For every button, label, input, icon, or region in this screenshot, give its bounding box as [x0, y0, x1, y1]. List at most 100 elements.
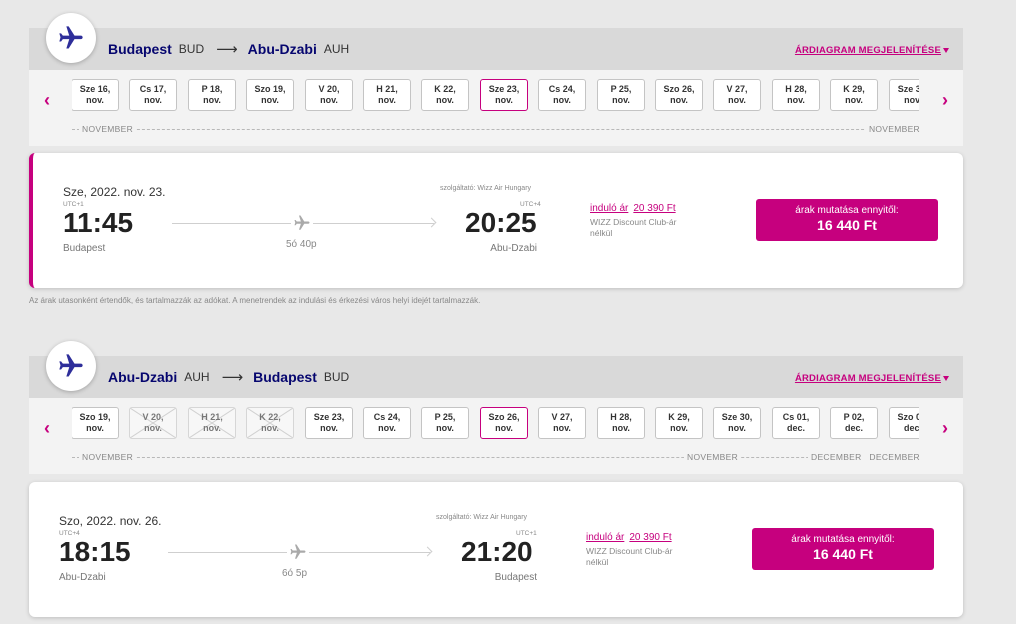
next-dates-chevron-icon[interactable]: › — [942, 418, 948, 439]
show-prices-button[interactable]: árak mutatása ennyitől: 16 440 Ft — [756, 199, 938, 241]
date-chip[interactable]: Cs 24, nov. — [538, 79, 586, 111]
date-chip[interactable]: Szo 26, nov. — [480, 407, 528, 439]
date-chip[interactable]: H 28, nov. — [772, 79, 820, 111]
route-title: Abu-Dzabi AUH ⟶ Budapest BUD — [108, 368, 349, 386]
date-chip-month: nov. — [203, 423, 221, 433]
date-chip-month: nov. — [845, 95, 863, 105]
fare-chart-link[interactable]: ÁRDIAGRAM MEGJELENÍTÉSE — [795, 45, 949, 56]
date-chip[interactable]: Sze 23, nov. — [305, 407, 353, 439]
date-chip-month: nov. — [553, 423, 571, 433]
date-chip[interactable]: Szo 19, nov. — [72, 407, 119, 439]
date-chip[interactable]: V 27, nov. — [713, 79, 761, 111]
lowest-price-amount: 20 390 Ft — [633, 203, 676, 214]
flight-duration: 6ó 5p — [282, 568, 308, 579]
date-chip-month: nov. — [495, 95, 513, 105]
destination-city: Abu-Dzabi — [247, 41, 317, 57]
month-label: NOVEMBER — [684, 452, 742, 462]
outbound-flight-card[interactable]: Sze, 2022. nov. 23. szolgáltató: Wizz Ai… — [29, 153, 963, 288]
date-chip[interactable]: V 27, nov. — [538, 407, 586, 439]
show-prices-amount: 16 440 Ft — [813, 546, 873, 562]
return-route-header: Abu-Dzabi AUH ⟶ Budapest BUD ÁRDIAGRAM M… — [29, 341, 963, 398]
date-chip[interactable]: K 22, nov. — [421, 79, 469, 111]
date-chip-day: P 25, — [610, 84, 632, 94]
destination-code: AUH — [323, 42, 350, 56]
date-chip: H 21, nov. — [188, 407, 236, 439]
date-chip[interactable]: Sze 30,nov. — [713, 407, 761, 439]
lowest-price-label: induló ár — [590, 203, 629, 214]
date-chip-month: nov. — [670, 95, 688, 105]
date-chip[interactable]: H 21, nov. — [363, 79, 411, 111]
date-chip-day: V 27, — [726, 84, 748, 94]
date-chip-month: nov. — [320, 423, 338, 433]
date-chip[interactable]: Szo 26, nov. — [655, 79, 703, 111]
date-chip: V 20, nov. — [129, 407, 177, 439]
club-price-note: WIZZ Discount Club-ár nélkül — [590, 217, 677, 238]
date-chip-month: nov. — [436, 423, 454, 433]
small-airplane-icon — [287, 542, 309, 562]
price-note: Az árak utasonként értendők, és tartalma… — [29, 296, 481, 305]
date-chip[interactable]: Sze 23, nov. — [480, 79, 528, 111]
date-chip-day: Szo 26, — [663, 84, 695, 94]
month-label: DECEMBER — [808, 452, 865, 462]
month-label: NOVEMBER — [79, 452, 137, 462]
date-chip[interactable]: P 18, nov. — [188, 79, 236, 111]
arrow-head-icon — [422, 546, 433, 557]
date-chip-day: P 18, — [201, 84, 223, 94]
month-divider: NOVEMBER NOVEMBER DECEMBER DECEMBER — [72, 452, 923, 464]
club-price-note: WIZZ Discount Club-ár nélkül — [586, 546, 673, 567]
previous-dates-chevron-icon[interactable]: ‹ — [44, 418, 50, 439]
date-chip[interactable]: V 20, nov. — [305, 79, 353, 111]
date-chip[interactable]: P 25, nov. — [421, 407, 469, 439]
date-chip-day: H 28, — [785, 84, 807, 94]
airplane-icon — [46, 341, 96, 391]
date-chip-day: H 21, — [201, 412, 223, 422]
return-flight-card[interactable]: Szo, 2022. nov. 26. szolgáltató: Wizz Ai… — [29, 482, 963, 617]
date-chip[interactable]: Sze 30,nov. — [889, 79, 919, 111]
date-chip[interactable]: K 29, nov. — [655, 407, 703, 439]
date-chip-day: Sze 30, — [897, 84, 919, 94]
date-chip-day: Szo 19, — [254, 84, 286, 94]
date-chip[interactable]: Szo 19, nov. — [246, 79, 294, 111]
date-chip[interactable]: Cs 01, dec. — [772, 407, 820, 439]
date-chip-month: nov. — [144, 95, 162, 105]
fare-chart-link-label: ÁRDIAGRAM MEGJELENÍTÉSE — [794, 373, 941, 384]
departure-time: 11:45 — [63, 207, 134, 238]
date-selector: ‹ Sze 16, nov. Cs 17, nov. P 18, nov. Szo 19, n… — [29, 70, 963, 146]
date-chip[interactable]: K 29, nov. — [830, 79, 878, 111]
date-chip-month: dec. — [786, 423, 805, 433]
fare-chart-link[interactable]: ÁRDIAGRAM MEGJELENÍTÉSE — [795, 373, 949, 384]
next-dates-chevron-icon[interactable]: › — [942, 90, 948, 111]
date-chip[interactable]: P 02, dec. — [830, 407, 878, 439]
flight-duration: 5ó 40p — [286, 239, 317, 250]
departure-time: 18:15 — [59, 536, 131, 567]
route-title: Budapest BUD ⟶ Abu-Dzabi AUH — [108, 40, 349, 58]
date-chip: K 22, nov. — [246, 407, 294, 439]
date-chip-month: nov. — [904, 95, 919, 105]
date-chip-day: Szo 26, — [488, 412, 520, 422]
month-label: NOVEMBER — [79, 124, 137, 134]
date-chip[interactable]: Cs 24, nov. — [363, 407, 411, 439]
lowest-price-link[interactable]: induló ár 20 390 Ft — [586, 532, 672, 543]
destination-code: BUD — [323, 370, 350, 384]
date-chip[interactable]: Sze 16, nov. — [72, 79, 119, 111]
date-selector: ‹ Szo 19, nov. V 20, nov. H 21, nov. K 22, nov.… — [29, 398, 963, 474]
date-chip[interactable]: Cs 17, nov. — [129, 79, 177, 111]
date-chip-day: Sze 30, — [721, 412, 753, 422]
date-chip[interactable]: Szo 03,dec. — [889, 407, 919, 439]
date-chip-month: nov. — [86, 423, 104, 433]
date-chip[interactable]: P 25, nov. — [597, 79, 645, 111]
flight-date: Szo, 2022. nov. 26. — [59, 514, 162, 528]
date-chip-month: dec. — [903, 423, 919, 433]
origin-code: AUH — [184, 370, 210, 384]
date-chip-day: Szo 19, — [79, 412, 111, 422]
previous-dates-chevron-icon[interactable]: ‹ — [44, 90, 50, 111]
month-divider: NOVEMBER NOVEMBER — [72, 124, 923, 136]
date-chip-day: Cs 17, — [139, 84, 167, 94]
arrival-city: Abu-Dzabi — [490, 243, 537, 254]
lowest-price-label: induló ár — [586, 532, 625, 543]
show-prices-button[interactable]: árak mutatása ennyitől: 16 440 Ft — [752, 528, 934, 570]
departure-city: Budapest — [63, 243, 106, 254]
origin-city: Abu-Dzabi — [108, 369, 178, 385]
lowest-price-link[interactable]: induló ár 20 390 Ft — [590, 203, 676, 214]
date-chip[interactable]: H 28, nov. — [597, 407, 645, 439]
